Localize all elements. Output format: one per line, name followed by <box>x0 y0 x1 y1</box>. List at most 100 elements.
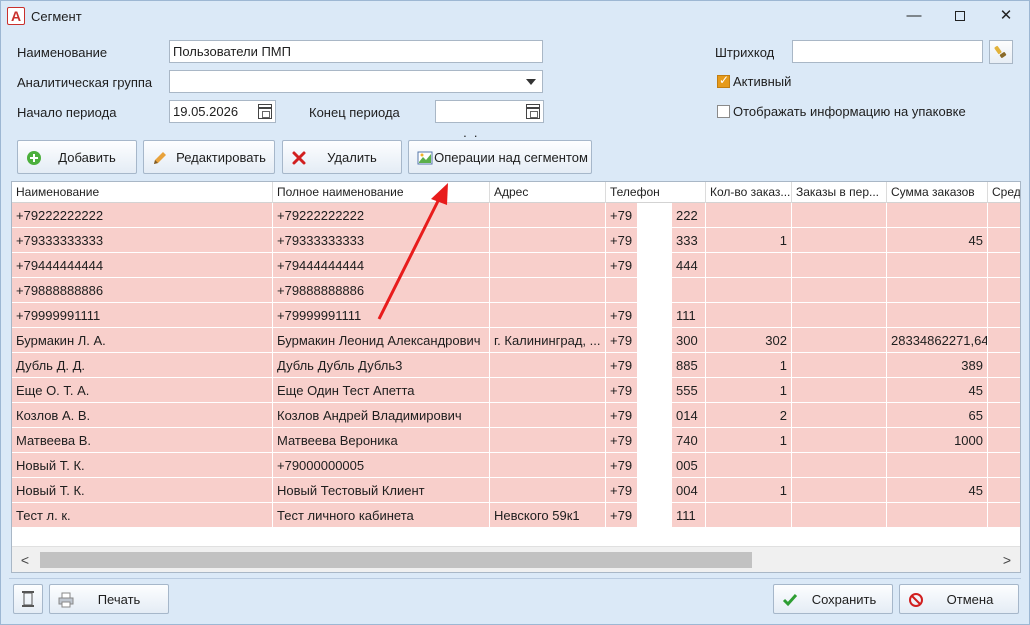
column-header-orders-sum[interactable]: Сумма заказов <box>887 182 988 203</box>
phone-mask <box>638 203 672 228</box>
annotation-arrow-icon <box>377 183 448 320</box>
phone-mask <box>638 378 672 403</box>
cell-phone-suffix: 014 <box>672 403 706 428</box>
table-row[interactable]: +79999991111 +79999991111 +79 111 <box>12 303 1020 328</box>
grid-header: Наименование Полное наименование Адрес Т… <box>12 182 1020 203</box>
table-row[interactable]: +79222222222 +79222222222 +79 222 <box>12 203 1020 228</box>
active-checkbox[interactable] <box>717 73 730 88</box>
scrollbar-thumb[interactable] <box>40 552 752 568</box>
column-header-name[interactable]: Наименование <box>12 182 273 203</box>
table-row[interactable]: Бурмакин Л. А. Бурмакин Леонид Александро… <box>12 328 1020 353</box>
columns-settings-button[interactable] <box>13 584 43 614</box>
cell-orders-sum: 45 <box>887 228 988 253</box>
column-header-order-count[interactable]: Кол-во заказ... <box>706 182 792 203</box>
print-button[interactable]: Печать <box>49 584 169 614</box>
cell-address <box>490 253 606 278</box>
cell-phone-prefix: +79 <box>606 378 638 403</box>
cell-order-count: 2 <box>706 403 792 428</box>
cell-address <box>490 453 606 478</box>
cell-orders-sum: 45 <box>887 478 988 503</box>
save-button-label: Сохранить <box>811 592 877 607</box>
cell-orders-in-period <box>792 453 887 478</box>
start-date-field[interactable]: 19.05.2026 <box>169 100 276 123</box>
minimize-button[interactable]: — <box>891 1 937 31</box>
cell-full-name: Еще Один Тест Апетта <box>273 378 490 403</box>
group-combo[interactable] <box>169 70 543 93</box>
cancel-button[interactable]: Отмена <box>899 584 1019 614</box>
calendar-icon[interactable] <box>258 104 272 119</box>
calendar-icon[interactable] <box>526 104 540 119</box>
cell-name: +79999991111 <box>12 303 273 328</box>
column-header-address[interactable]: Адрес <box>490 182 606 203</box>
delete-button[interactable]: Удалить <box>282 140 402 174</box>
cell-phone-prefix: +79 <box>606 228 638 253</box>
phone-mask <box>638 403 672 428</box>
cell-name: +79333333333 <box>12 228 273 253</box>
column-header-phone[interactable]: Телефон <box>606 182 706 203</box>
cell-phone-suffix: 111 <box>672 503 706 528</box>
close-button[interactable]: ✕ <box>983 1 1029 31</box>
barcode-input[interactable] <box>792 40 983 63</box>
edit-button-label: Редактировать <box>176 150 266 165</box>
table-row[interactable]: Тест л. к. Тест личного кабинета Невского … <box>12 503 1020 528</box>
add-button[interactable]: Добавить <box>17 140 137 174</box>
cell-order-count: 302 <box>706 328 792 353</box>
table-row[interactable]: +79444444444 +79444444444 +79 444 <box>12 253 1020 278</box>
cell-orders-in-period <box>792 253 887 278</box>
end-date-field[interactable]: . . <box>435 100 544 140</box>
cell-name: Дубль Д. Д. <box>12 353 273 378</box>
cell-orders-sum: 28334862271,64 <box>887 328 988 353</box>
cell-orders-sum: 1000 <box>887 428 988 453</box>
column-header-orders-in-period[interactable]: Заказы в пер... <box>792 182 887 203</box>
segment-operations-button[interactable]: Операции над сегментом <box>408 140 592 174</box>
scroll-left-arrow-icon[interactable]: < <box>12 547 38 572</box>
table-row[interactable]: +79333333333 +79333333333 +79 333 1 45 <box>12 228 1020 253</box>
name-label: Наименование <box>17 45 108 60</box>
cell-address <box>490 353 606 378</box>
cell-orders-in-period <box>792 228 887 253</box>
cell-orders-sum: 65 <box>887 403 988 428</box>
table-row[interactable]: +79888888886 +79888888886 <box>12 278 1020 303</box>
delete-button-label: Удалить <box>327 150 377 165</box>
chevron-down-icon[interactable] <box>526 79 536 85</box>
horizontal-scrollbar[interactable]: < > <box>12 546 1020 572</box>
table-row[interactable]: Новый Т. К. +79000000005 +79 005 <box>12 453 1020 478</box>
table-row[interactable]: Еще О. Т. А. Еще Один Тест Апетта +79 555 1 4… <box>12 378 1020 403</box>
clients-grid[interactable]: Наименование Полное наименование Адрес Т… <box>11 181 1021 573</box>
cell-phone-prefix <box>606 278 638 303</box>
maximize-button[interactable] <box>937 1 983 31</box>
cell-orders-in-period <box>792 303 887 328</box>
name-input[interactable]: Пользователи ПМП <box>169 40 543 63</box>
window-title: Сегмент <box>31 9 82 24</box>
cell-orders-sum <box>887 453 988 478</box>
table-row[interactable]: Новый Т. К. Новый Тестовый Клиент +79 004 1 4… <box>12 478 1020 503</box>
edit-button[interactable]: Редактировать <box>143 140 275 174</box>
cell-name: +79888888886 <box>12 278 273 303</box>
packaging-checkbox[interactable] <box>717 105 730 118</box>
cancel-button-label: Отмена <box>946 592 994 607</box>
cell-full-name: Тест личного кабинета <box>273 503 490 528</box>
print-button-label: Печать <box>97 592 141 607</box>
column-header-average[interactable]: Сред <box>988 182 1020 203</box>
table-row[interactable]: Дубль Д. Д. Дубль Дубль Дубль3 +79 885 1 389 <box>12 353 1020 378</box>
cell-order-count <box>706 303 792 328</box>
phone-mask <box>638 453 672 478</box>
barcode-label: Штрихкод <box>715 45 775 60</box>
cell-address: Невского 59к1 <box>490 503 606 528</box>
cell-full-name: Козлов Андрей Владимирович <box>273 403 490 428</box>
cell-name: +79444444444 <box>12 253 273 278</box>
cell-order-count: 1 <box>706 378 792 403</box>
active-label: Активный <box>733 74 792 89</box>
cell-phone-suffix: 111 <box>672 303 706 328</box>
cell-address <box>490 428 606 453</box>
barcode-generate-button[interactable] <box>989 40 1013 64</box>
table-row[interactable]: Матвеева В. Матвеева Вероника +79 740 1 1000 <box>12 428 1020 453</box>
cell-order-count <box>706 278 792 303</box>
cell-name: Еще О. Т. А. <box>12 378 273 403</box>
scroll-right-arrow-icon[interactable]: > <box>994 547 1020 572</box>
cell-full-name: +79000000005 <box>273 453 490 478</box>
cell-full-name: Новый Тестовый Клиент <box>273 478 490 503</box>
save-button[interactable]: Сохранить <box>773 584 893 614</box>
cell-orders-sum <box>887 203 988 228</box>
table-row[interactable]: Козлов А. В. Козлов Андрей Владимирович +7… <box>12 403 1020 428</box>
